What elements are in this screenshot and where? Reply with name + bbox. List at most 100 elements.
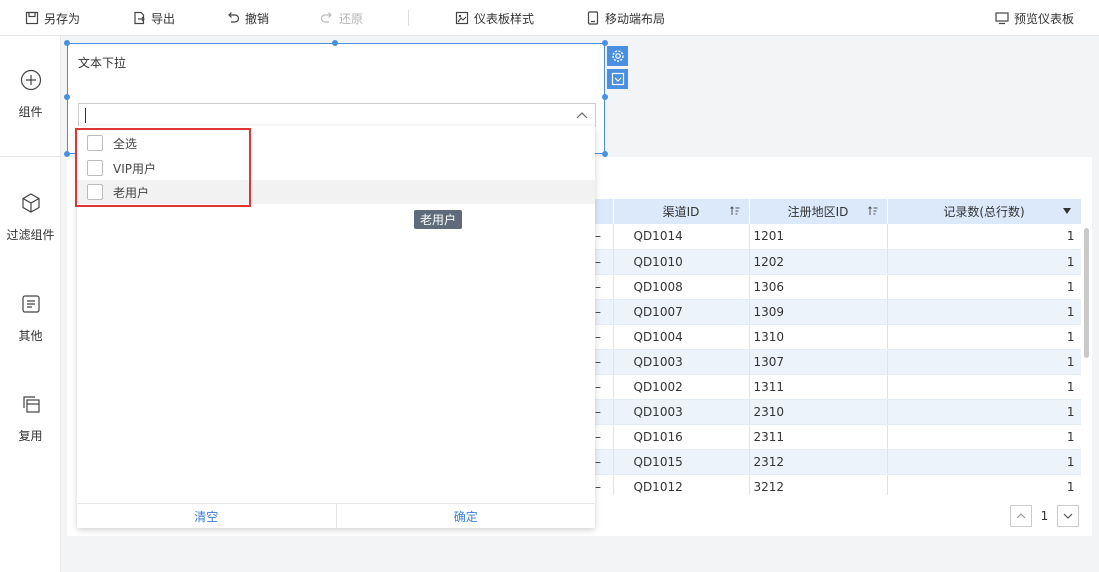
- export-icon: [134, 11, 145, 25]
- table-row[interactable]: – QD1007 1309 1: [595, 299, 1081, 325]
- sidebar-item-components[interactable]: 组件: [0, 69, 61, 120]
- dashboard-style-button[interactable]: 仪表板样式: [455, 0, 534, 36]
- table-row[interactable]: – QD1002 1311 1: [595, 374, 1081, 400]
- row-dash: –: [595, 374, 614, 400]
- save-as-button[interactable]: 另存为: [25, 0, 80, 36]
- table-row[interactable]: – QD1012 3212 1: [595, 474, 1081, 495]
- sidebar-item-filter-components[interactable]: 过滤组件: [0, 192, 61, 243]
- cell-record-count: 1: [887, 349, 1081, 375]
- cell-channel-id: QD1015: [613, 449, 750, 475]
- cell-channel-id: QD1008: [613, 274, 750, 300]
- row-dash: –: [595, 299, 614, 325]
- copy-icon: [22, 396, 40, 413]
- column-header-label: 渠道ID: [662, 205, 700, 219]
- dropdown-footer: 清空 确定: [77, 503, 595, 528]
- top-toolbar: 另存为 导出 撤销 还原 仪表板样式 移动端布局 预览仪表板: [0, 0, 1099, 36]
- confirm-button[interactable]: 确定: [335, 504, 596, 528]
- table-row[interactable]: – QD1003 2310 1: [595, 399, 1081, 425]
- sort-icon[interactable]: [729, 205, 741, 217]
- cell-channel-id: QD1016: [613, 424, 750, 450]
- sidebar-divider: [0, 156, 61, 157]
- export-label: 导出: [151, 11, 176, 26]
- table-row[interactable]: – QD1014 1201 1: [595, 224, 1081, 250]
- table-row[interactable]: – QD1016 2311 1: [595, 424, 1081, 450]
- widget-title: 文本下拉: [78, 56, 127, 70]
- cell-channel-id: QD1010: [613, 249, 750, 275]
- dropdown-select-input[interactable]: [78, 103, 596, 127]
- clear-button[interactable]: 清空: [77, 504, 336, 528]
- redo-button[interactable]: 还原: [320, 0, 363, 36]
- table-row[interactable]: – QD1015 2312 1: [595, 449, 1081, 475]
- column-header-label: 记录数(总行数): [943, 205, 1025, 219]
- row-dash: –: [595, 449, 614, 475]
- cell-channel-id: QD1004: [613, 324, 750, 350]
- annotation-highlight-box: [75, 128, 251, 207]
- sidebar-item-label: 其他: [18, 329, 43, 343]
- cell-channel-id: QD1002: [613, 374, 750, 400]
- resize-handle[interactable]: [64, 40, 70, 46]
- chevron-down-icon: [1063, 513, 1073, 519]
- next-page-button[interactable]: [1057, 505, 1079, 527]
- resize-handle[interactable]: [602, 94, 608, 100]
- table-scrollbar[interactable]: [1084, 228, 1089, 358]
- cell-region-id: 1202: [749, 249, 888, 275]
- cell-record-count: 1: [887, 224, 1081, 250]
- cell-region-id: 2311: [749, 424, 888, 450]
- row-dash: –: [595, 424, 614, 450]
- sidebar-item-label: 过滤组件: [6, 228, 55, 242]
- cell-record-count: 1: [887, 449, 1081, 475]
- row-dash: –: [595, 349, 614, 375]
- widget-settings-button[interactable]: [607, 46, 628, 66]
- resize-handle[interactable]: [332, 40, 338, 46]
- column-header-region-id[interactable]: 注册地区ID: [749, 199, 888, 224]
- save-icon: [25, 11, 39, 25]
- export-button[interactable]: 导出: [132, 0, 175, 36]
- cell-channel-id: QD1014: [613, 224, 750, 250]
- left-sidebar: 组件 过滤组件 其他 复用: [0, 36, 61, 572]
- sort-desc-icon[interactable]: [1061, 205, 1073, 217]
- mobile-layout-button[interactable]: 移动端布局: [586, 0, 665, 36]
- cell-channel-id: QD1003: [613, 349, 750, 375]
- cell-channel-id: QD1012: [613, 474, 750, 495]
- cell-record-count: 1: [887, 374, 1081, 400]
- sidebar-item-label: 复用: [18, 429, 43, 443]
- monitor-icon: [995, 12, 1009, 25]
- resize-handle[interactable]: [602, 151, 608, 157]
- table-row[interactable]: – QD1010 1202 1: [595, 249, 1081, 275]
- chevron-up-icon[interactable]: [575, 109, 589, 123]
- chevron-up-icon: [1016, 513, 1026, 519]
- cell-region-id: 1310: [749, 324, 888, 350]
- mobile-layout-label: 移动端布局: [605, 11, 666, 26]
- cell-record-count: 1: [887, 299, 1081, 325]
- dashboard-style-label: 仪表板样式: [474, 11, 535, 26]
- resize-handle[interactable]: [64, 151, 70, 157]
- column-header-hidden[interactable]: [595, 199, 614, 224]
- cell-record-count: 1: [887, 474, 1081, 495]
- document-icon: [21, 295, 40, 313]
- table-row[interactable]: – QD1003 1307 1: [595, 349, 1081, 375]
- row-dash: –: [595, 324, 614, 350]
- preview-dashboard-button[interactable]: 预览仪表板: [995, 0, 1074, 36]
- row-dash: –: [595, 399, 614, 425]
- table-row[interactable]: – QD1008 1306 1: [595, 274, 1081, 300]
- cell-record-count: 1: [887, 424, 1081, 450]
- row-dash: –: [595, 274, 614, 300]
- plus-circle-icon: [20, 69, 41, 91]
- cell-region-id: 1309: [749, 299, 888, 325]
- column-header-record-count[interactable]: 记录数(总行数): [887, 199, 1081, 224]
- sidebar-item-reuse[interactable]: 复用: [0, 393, 61, 444]
- cell-channel-id: QD1007: [613, 299, 750, 325]
- table-row[interactable]: – QD1004 1310 1: [595, 324, 1081, 350]
- prev-page-button[interactable]: [1010, 505, 1032, 527]
- undo-button[interactable]: 撤销: [226, 0, 269, 36]
- row-dash: –: [595, 474, 614, 495]
- sidebar-item-label: 组件: [18, 105, 43, 119]
- sort-icon[interactable]: [867, 205, 879, 217]
- data-table: 渠道ID 注册地区ID 记录数(总行数) – QD1014 1201 1– QD1010…: [595, 199, 1081, 495]
- column-header-label: 注册地区ID: [787, 205, 849, 219]
- column-header-channel-id[interactable]: 渠道ID: [613, 199, 750, 224]
- option-tooltip: 老用户: [414, 210, 463, 229]
- widget-collapse-button[interactable]: [607, 69, 628, 89]
- sidebar-item-other[interactable]: 其他: [0, 293, 61, 344]
- resize-handle[interactable]: [64, 94, 70, 100]
